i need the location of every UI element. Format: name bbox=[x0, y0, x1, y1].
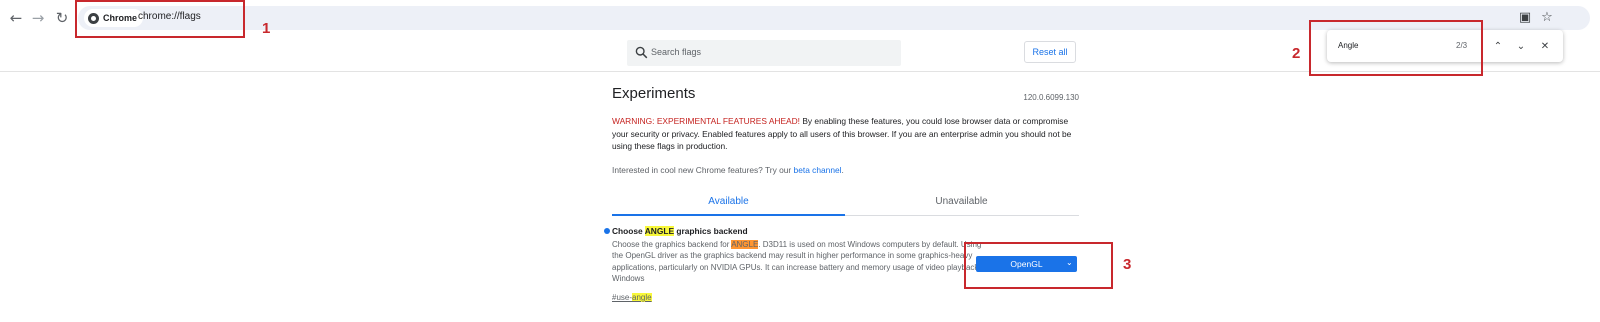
experiment-title: Choose ANGLE graphics backend bbox=[612, 226, 748, 236]
annotation-box-1 bbox=[75, 0, 245, 38]
warning-label: WARNING: EXPERIMENTAL FEATURES AHEAD! bbox=[612, 116, 800, 126]
exp-link-highlight: angle bbox=[632, 293, 652, 302]
page-info-icon[interactable]: ▣ bbox=[1518, 10, 1532, 25]
beta-channel-link[interactable]: beta channel bbox=[794, 165, 842, 175]
bookmark-star-icon[interactable]: ☆ bbox=[1540, 10, 1554, 25]
warning-text: WARNING: EXPERIMENTAL FEATURES AHEAD! By… bbox=[612, 115, 1082, 153]
forward-icon[interactable]: → bbox=[28, 8, 48, 28]
experiment-description: Choose the graphics backend for ANGLE. D… bbox=[612, 239, 992, 285]
exp-title-highlight: ANGLE bbox=[644, 226, 675, 236]
version-text: 120.0.6099.130 bbox=[1023, 93, 1079, 102]
annotation-number-3: 3 bbox=[1123, 256, 1132, 273]
annotation-number-1: 1 bbox=[262, 20, 271, 37]
find-previous-icon[interactable]: ⌃ bbox=[1491, 38, 1505, 54]
tab-available[interactable]: Available bbox=[612, 196, 845, 207]
experiment-status-dot bbox=[604, 228, 610, 234]
search-placeholder: Search flags bbox=[651, 47, 702, 57]
reload-icon[interactable]: ↻ bbox=[52, 8, 72, 28]
annotation-box-3 bbox=[964, 242, 1113, 289]
annotation-box-2 bbox=[1309, 20, 1483, 76]
exp-desc-before: Choose the graphics backend for bbox=[612, 240, 732, 249]
exp-title-after: graphics backend bbox=[674, 226, 748, 236]
back-icon[interactable]: ← bbox=[6, 8, 26, 28]
find-close-icon[interactable]: ✕ bbox=[1538, 38, 1552, 54]
interest-text: Interested in cool new Chrome features? … bbox=[612, 165, 844, 175]
interest-body: Interested in cool new Chrome features? … bbox=[612, 165, 794, 175]
active-tab-indicator bbox=[612, 214, 845, 216]
exp-desc-highlight: ANGLE bbox=[731, 240, 759, 249]
interest-end: . bbox=[841, 165, 844, 175]
page-title: Experiments bbox=[612, 85, 696, 102]
tab-unavailable[interactable]: Unavailable bbox=[845, 196, 1078, 207]
exp-link-before: #use- bbox=[612, 293, 633, 302]
exp-title-before: Choose bbox=[612, 226, 645, 236]
experiment-link[interactable]: #use-angle bbox=[612, 293, 652, 302]
reset-all-button[interactable]: Reset all bbox=[1024, 41, 1076, 63]
annotation-number-2: 2 bbox=[1292, 45, 1301, 62]
search-icon bbox=[635, 46, 648, 59]
find-next-icon[interactable]: ⌄ bbox=[1514, 38, 1528, 54]
